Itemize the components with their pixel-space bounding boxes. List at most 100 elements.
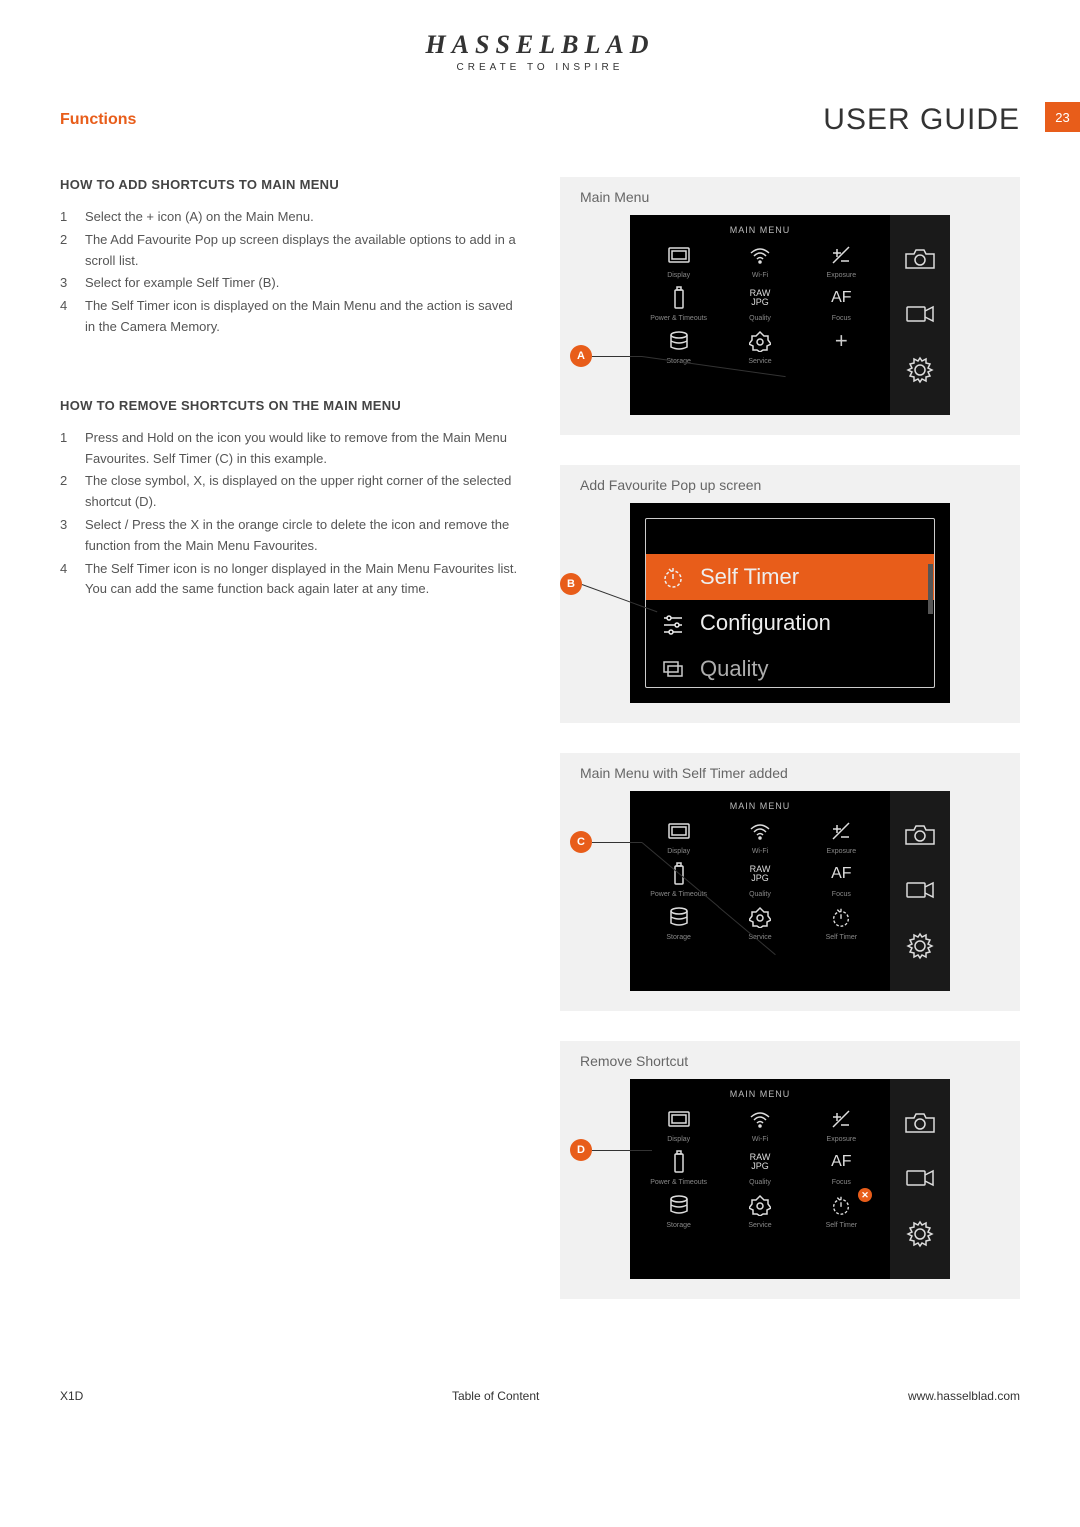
menu-item-selftimer[interactable]: Self Timer — [803, 902, 880, 941]
menu-item-storage[interactable]: Storage — [640, 1190, 717, 1229]
callout-b: B — [560, 573, 582, 595]
menu-item-focus[interactable]: AF Focus — [803, 283, 880, 322]
panel-title: Main Menu — [580, 189, 1000, 205]
camera-screen: MAIN MENU Display Wi-Fi — [630, 791, 950, 991]
left-column: HOW TO ADD SHORTCUTS TO MAIN MENU Select… — [60, 177, 520, 1299]
rawjpg-small-icon — [661, 657, 685, 681]
sliders-icon — [661, 611, 685, 635]
camera-icon[interactable] — [904, 822, 936, 848]
callout-line — [592, 1150, 652, 1151]
section-add-shortcuts: HOW TO ADD SHORTCUTS TO MAIN MENU Select… — [60, 177, 520, 338]
camera-screen: MAIN MENU Display Wi-Fi — [630, 215, 950, 415]
callout-line — [592, 842, 642, 843]
url-link[interactable]: www.hasselblad.com — [908, 1389, 1020, 1403]
menu-item-focus[interactable]: AF Focus — [803, 859, 880, 898]
exposure-icon — [803, 816, 880, 846]
menu-item-display[interactable]: Display — [640, 1104, 717, 1143]
popup-item-quality[interactable]: Quality — [646, 646, 934, 688]
menu-item-service[interactable]: Service — [721, 326, 798, 365]
heading-add: HOW TO ADD SHORTCUTS TO MAIN MENU — [60, 177, 520, 192]
panel-remove-shortcut: Remove Shortcut D MAIN MENU Display — [560, 1041, 1020, 1299]
menu-item-display[interactable]: Display — [640, 240, 717, 279]
panel-title: Remove Shortcut — [580, 1053, 1000, 1069]
brand-header: HASSELBLAD CREATE TO INSPIRE — [60, 30, 1020, 73]
menu-item-quality[interactable]: RAWJPG Quality — [721, 283, 798, 322]
close-icon[interactable]: ✕ — [858, 1188, 872, 1202]
step-item: The close symbol, X, is displayed on the… — [60, 471, 520, 513]
callout-c: C — [570, 831, 592, 853]
menu-item-exposure[interactable]: Exposure — [803, 1104, 880, 1143]
display-icon — [640, 816, 717, 846]
step-item: Select / Press the X in the orange circl… — [60, 515, 520, 557]
page-title: USER GUIDE — [823, 103, 1020, 137]
exposure-icon — [803, 1104, 880, 1134]
battery-icon — [640, 1147, 717, 1177]
wifi-icon — [721, 240, 798, 270]
gear-icon[interactable] — [906, 932, 934, 960]
page-header: Functions USER GUIDE — [60, 103, 1020, 137]
video-icon[interactable] — [905, 303, 935, 325]
right-strip — [890, 215, 950, 415]
display-icon — [640, 240, 717, 270]
exposure-icon — [803, 240, 880, 270]
right-strip — [890, 1079, 950, 1279]
camera-icon[interactable] — [904, 1110, 936, 1136]
toc-link[interactable]: Table of Content — [452, 1389, 539, 1403]
video-icon[interactable] — [905, 1167, 935, 1189]
page-footer: X1D Table of Content www.hasselblad.com — [60, 1379, 1020, 1403]
step-item: Press and Hold on the icon you would lik… — [60, 428, 520, 470]
popup-item-selftimer[interactable]: Self Timer — [646, 554, 934, 600]
callout-a: A — [570, 345, 592, 367]
menu-item-wifi[interactable]: Wi-Fi — [721, 240, 798, 279]
step-item: Select for example Self Timer (B). — [60, 273, 520, 294]
scrollbar-thumb[interactable] — [928, 564, 933, 614]
menu-title: MAIN MENU — [635, 801, 885, 811]
menu-item-power[interactable]: Power & Timeouts — [640, 1147, 717, 1186]
storage-icon — [640, 326, 717, 356]
wifi-icon — [721, 816, 798, 846]
heading-remove: HOW TO REMOVE SHORTCUTS ON THE MAIN MENU — [60, 398, 520, 413]
af-icon: AF — [803, 283, 880, 313]
menu-item-wifi[interactable]: Wi-Fi — [721, 816, 798, 855]
menu-item-service[interactable]: Service — [721, 902, 798, 941]
brand-name: HASSELBLAD — [60, 30, 1020, 60]
popup-screen: Self Timer Configuration Quality — [630, 503, 950, 703]
service-icon — [721, 1190, 798, 1220]
page-number-badge: 23 — [1045, 102, 1080, 132]
step-item: The Self Timer icon is no longer display… — [60, 559, 520, 601]
menu-item-focus[interactable]: AF Focus — [803, 1147, 880, 1186]
menu-item-selftimer-removable[interactable]: ✕ Self Timer — [803, 1190, 880, 1229]
gear-icon[interactable] — [906, 1220, 934, 1248]
video-icon[interactable] — [905, 879, 935, 901]
service-icon — [721, 902, 798, 932]
menu-item-quality[interactable]: RAWJPG Quality — [721, 859, 798, 898]
camera-icon[interactable] — [904, 246, 936, 272]
popup-item-configuration[interactable]: Configuration — [646, 600, 934, 646]
menu-title: MAIN MENU — [635, 225, 885, 235]
storage-icon — [640, 1190, 717, 1220]
step-item: The Self Timer icon is displayed on the … — [60, 296, 520, 338]
callout-d: D — [570, 1139, 592, 1161]
storage-icon — [640, 902, 717, 932]
display-icon — [640, 1104, 717, 1134]
menu-title: MAIN MENU — [635, 1089, 885, 1099]
menu-item-storage[interactable]: Storage — [640, 326, 717, 365]
section-label: Functions — [60, 111, 136, 129]
menu-item-storage[interactable]: Storage — [640, 902, 717, 941]
menu-item-power[interactable]: Power & Timeouts — [640, 859, 717, 898]
menu-item-add[interactable]: + — [803, 326, 880, 365]
menu-item-exposure[interactable]: Exposure — [803, 816, 880, 855]
panel-title: Add Favourite Pop up screen — [580, 477, 1000, 493]
right-strip — [890, 791, 950, 991]
menu-item-wifi[interactable]: Wi-Fi — [721, 1104, 798, 1143]
gear-icon[interactable] — [906, 356, 934, 384]
right-column: Main Menu A MAIN MENU Display — [560, 177, 1020, 1299]
af-icon: AF — [803, 1147, 880, 1177]
model-label: X1D — [60, 1389, 83, 1403]
menu-item-quality[interactable]: RAWJPG Quality — [721, 1147, 798, 1186]
menu-item-power[interactable]: Power & Timeouts — [640, 283, 717, 322]
menu-item-service[interactable]: Service — [721, 1190, 798, 1229]
panel-add-favourite: Add Favourite Pop up screen B Self Timer… — [560, 465, 1020, 723]
brand-tagline: CREATE TO INSPIRE — [60, 62, 1020, 73]
menu-item-exposure[interactable]: Exposure — [803, 240, 880, 279]
